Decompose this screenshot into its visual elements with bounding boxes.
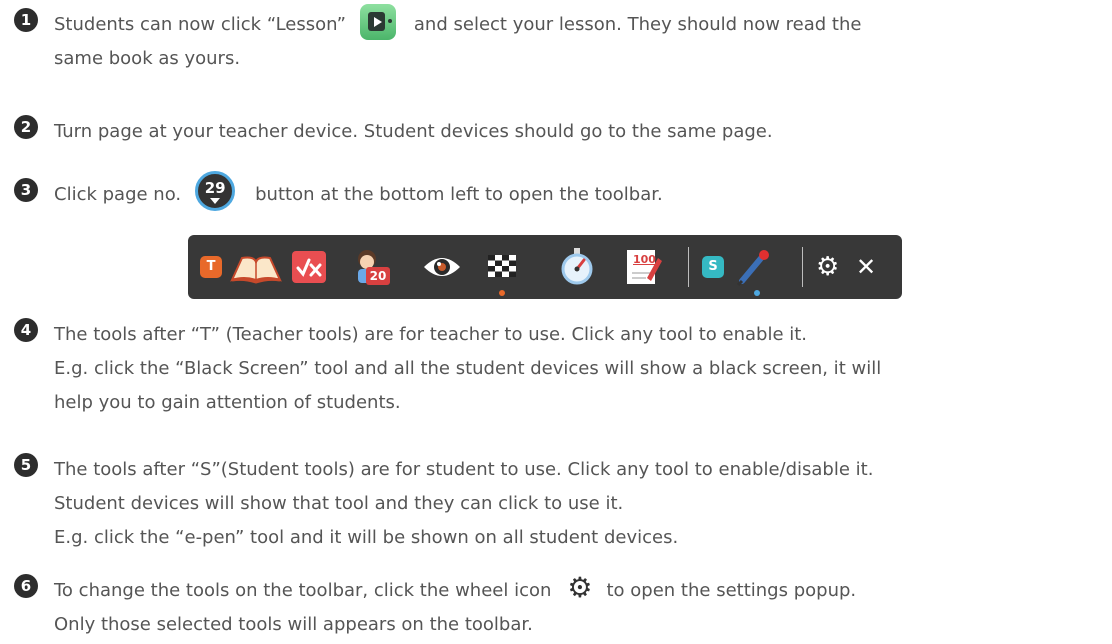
book-icon[interactable] [228, 252, 284, 284]
toolbar: T 20 100 S ⚙ ✕ [188, 235, 902, 299]
lesson-icon [359, 4, 396, 40]
step-text-line: The tools after “S”(Student tools) are f… [54, 459, 874, 480]
gear-icon[interactable]: ⚙ [816, 254, 839, 280]
active-indicator [754, 290, 760, 296]
step-text: Students can now click “Lesson” and selec… [54, 4, 1104, 76]
step-text-part: button at the bottom left to open the to… [255, 184, 663, 205]
toolbar-divider [688, 247, 689, 287]
page-number: 29 [204, 179, 226, 197]
step-text-part: Students can now click “Lesson” [54, 14, 346, 35]
step-4: 4 The tools after “T” (Teacher tools) ar… [14, 318, 1104, 420]
step-6: 6 To change the tools on the toolbar, cl… [14, 574, 1104, 642]
step-text-part: To change the tools on the toolbar, clic… [54, 580, 552, 601]
step-2: 2 Turn page at your teacher device. Stud… [14, 115, 1104, 149]
step-text: To change the tools on the toolbar, clic… [54, 574, 1104, 642]
step-3: 3 Click page no. 29 button at the bottom l… [14, 171, 1104, 212]
step-text-line: Only those selected tools will appears o… [54, 614, 533, 635]
step-5: 5 The tools after “S”(Student tools) are… [14, 453, 1104, 555]
step-text-line: help you to gain attention of students. [54, 392, 401, 413]
student-count: 20 [366, 267, 390, 285]
step-text-line: E.g. click the “Black Screen” tool and a… [54, 358, 882, 379]
score-sheet-icon[interactable]: 100 [624, 247, 664, 287]
step-number: 1 [14, 8, 38, 32]
page-number-button: 29 [195, 171, 236, 211]
step-number: 4 [14, 318, 38, 342]
gear-icon: ⚙ [567, 571, 593, 604]
step-number: 3 [14, 178, 38, 202]
step-number: 2 [14, 115, 38, 139]
step-text-line: E.g. click the “e-pen” tool and it will … [54, 527, 679, 548]
step-text-part: to open the settings popup. [606, 580, 857, 601]
teacher-tools-badge[interactable]: T [200, 256, 222, 278]
step-1: 1 Students can now click “Lesson” and sel… [14, 4, 1104, 76]
step-text-part: and select your lesson. They should now … [413, 14, 862, 35]
stopwatch-icon[interactable] [560, 247, 594, 285]
toolbar-divider [802, 247, 803, 287]
checkered-flag-icon[interactable] [486, 251, 518, 283]
step-text-part: Click page no. [54, 184, 182, 205]
e-pen-icon[interactable] [732, 247, 772, 287]
step-text: Click page no. 29 button at the bottom lef… [54, 171, 1104, 212]
score-text: 100 [633, 253, 656, 266]
close-icon[interactable]: ✕ [856, 255, 876, 279]
step-text-line: The tools after “T” (Teacher tools) are … [54, 324, 808, 345]
step-text-line: Student devices will show that tool and … [54, 493, 624, 514]
step-number: 6 [14, 574, 38, 598]
student-picker-icon[interactable]: 20 [352, 247, 392, 287]
step-text: The tools after “T” (Teacher tools) are … [54, 318, 1104, 420]
tick-cross-icon[interactable] [292, 251, 326, 283]
step-text-part: same book as yours. [54, 48, 241, 69]
step-text: Turn page at your teacher device. Studen… [54, 121, 773, 142]
step-text: The tools after “S”(Student tools) are f… [54, 453, 1104, 555]
step-number: 5 [14, 453, 38, 477]
caret-down-icon [210, 198, 221, 204]
active-indicator [499, 290, 505, 296]
student-tools-badge[interactable]: S [702, 256, 724, 278]
eye-icon[interactable] [422, 253, 462, 281]
